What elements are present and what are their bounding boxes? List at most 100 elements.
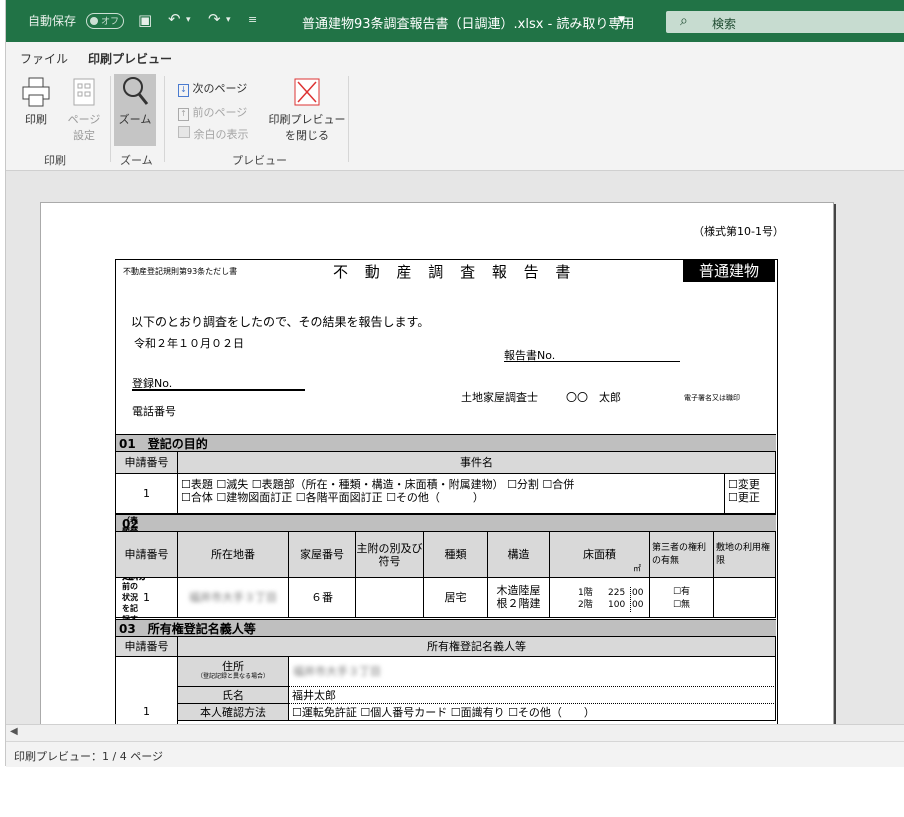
owner-address-label: 住所 xyxy=(222,660,244,673)
building-main-annex xyxy=(356,578,424,618)
col-structure: 構造 xyxy=(488,532,550,578)
section-purpose-title: 01 登記の目的 xyxy=(119,437,208,451)
third-party-yes: ☐有 xyxy=(672,587,691,597)
owner-address-note: （登記記録と異なる場合） xyxy=(196,673,269,680)
page-setup-label-2: 設定 xyxy=(73,129,95,142)
owner-name-label: 氏名 xyxy=(178,687,289,704)
owner-name-value: 福井太郎 xyxy=(289,687,776,704)
case-options-line-2: ☐合体 ☐建物図面訂正 ☐各階平面図訂正 ☐その他（ ） xyxy=(181,491,484,504)
col-application-no: 申請番号 xyxy=(116,452,178,474)
print-button[interactable]: 印刷 xyxy=(16,76,56,146)
structure-line-2: 根２階建 xyxy=(496,597,541,610)
status-bar: 印刷プレビュー：1 / 4 ページ xyxy=(6,741,904,767)
purpose-case-cell: ☐表題 ☐滅失 ☐表題部（所在・種類・構造・床面積・附属建物） ☐分割 ☐合併 … xyxy=(178,474,725,514)
excel-window: 自動保存 オフ ▣ ↶ ▾ ↷ ▾ ≡ 普通建物93条調査報告書（日調連）.xl… xyxy=(5,0,904,767)
magnifier-icon xyxy=(123,77,149,105)
page-status: 印刷プレビュー：1 / 4 ページ xyxy=(14,750,163,763)
title-bar: 自動保存 オフ ▣ ↶ ▾ ↷ ▾ ≡ 普通建物93条調査報告書（日調連）.xl… xyxy=(6,0,904,42)
building-kind: 居宅 xyxy=(424,578,488,618)
structure-line-1: 木造陸屋 xyxy=(496,584,541,597)
building-house-no: ６番 xyxy=(289,578,356,618)
phone-label: 電話番号 xyxy=(132,405,176,418)
col-kind: 種類 xyxy=(424,532,488,578)
case-options-line-1: ☐表題 ☐滅失 ☐表題部（所在・種類・構造・床面積・附属建物） ☐分割 ☐合併 xyxy=(181,478,575,491)
floor2-label: 2階 xyxy=(578,600,593,610)
search-box[interactable]: ⌕ 検索 xyxy=(666,11,904,33)
ribbon-separator xyxy=(164,76,165,162)
owner-address-value: 福井市大手３丁目 xyxy=(293,665,381,678)
section-owner-header: 03 所有権登記名義人等 xyxy=(116,619,776,637)
signature-note: 電子署名又は職印 xyxy=(684,394,740,402)
group-print-label: 印刷 xyxy=(44,154,66,167)
report-no-underline xyxy=(504,361,680,362)
building-location: 福井市大手３丁目 xyxy=(178,578,289,618)
search-placeholder: 検索 xyxy=(712,17,737,31)
autosave-toggle[interactable]: オフ xyxy=(86,13,124,29)
horizontal-scrollbar[interactable]: ◀ xyxy=(6,724,904,742)
show-margins-label: 余白の表示 xyxy=(193,128,249,141)
col-floor-area: 床面積 ㎡ xyxy=(550,532,650,578)
owner-address-value-cell: 福井市大手３丁目 xyxy=(289,657,776,687)
redo-icon[interactable]: ↷ xyxy=(208,10,221,28)
intro-text: 以下のとおり調査をしたので、その結果を報告します。 xyxy=(131,315,430,329)
floor2-decimal: 00 xyxy=(630,599,644,612)
building-row-no: 1 xyxy=(116,578,178,618)
col-location: 所在地番 xyxy=(178,532,289,578)
search-icon: ⌕ xyxy=(680,13,688,29)
arrow-up-icon: ↑ xyxy=(178,108,189,121)
undo-dropdown-icon[interactable]: ▾ xyxy=(186,15,191,25)
col-site-rights: 敷地の利用権限 xyxy=(714,532,776,578)
area-unit: ㎡ xyxy=(633,564,641,573)
tab-file[interactable]: ファイル xyxy=(20,50,68,67)
checkbox-icon xyxy=(178,126,190,138)
tab-print-preview[interactable]: 印刷プレビュー xyxy=(85,50,175,73)
next-page-button[interactable]: ↓ 次のページ xyxy=(178,80,247,97)
ribbon-separator xyxy=(110,76,111,162)
print-preview-area[interactable]: （様式第10-1号） 不動産登記規則第93条ただし書 不 動 産 調 査 報 告… xyxy=(6,171,904,724)
customize-toolbar-icon[interactable]: ≡ xyxy=(248,13,257,26)
floor2-area: 100 xyxy=(608,600,626,610)
ribbon-tabs: ファイル 印刷プレビュー xyxy=(6,42,904,73)
form-number: （様式第10-1号） xyxy=(693,225,784,238)
zoom-button[interactable]: ズーム xyxy=(114,74,156,146)
close-preview-button[interactable]: 印刷プレビュー を閉じる xyxy=(268,76,346,148)
undo-icon[interactable]: ↶ xyxy=(168,10,181,28)
owner-col-app-no: 申請番号 xyxy=(116,637,178,657)
ribbon: 印刷 ページ 設定 印刷 ズーム ズーム ↓ 次のページ ↑ 前のページ 余白の… xyxy=(6,70,904,171)
redo-dropdown-icon[interactable]: ▾ xyxy=(226,15,231,25)
purpose-change-cell: ☐変更 ☐更正 xyxy=(725,474,776,514)
page-setup-label-1: ページ xyxy=(67,113,101,126)
title-dropdown-icon[interactable]: ▼ xyxy=(618,15,625,25)
owner-id-method-label: 本人確認方法 xyxy=(178,704,289,721)
group-zoom-label: ズーム xyxy=(120,154,153,167)
autosave-state: オフ xyxy=(101,17,120,27)
building-type-badge: 普通建物 xyxy=(683,260,775,282)
next-page-label: 次のページ xyxy=(192,82,248,95)
report-title: 不 動 産 調 査 報 告 書 xyxy=(333,263,577,281)
report-date: 令和２年１０月０２日 xyxy=(134,337,244,350)
printer-icon xyxy=(22,77,50,107)
building-site-rights xyxy=(714,578,776,618)
col-main-annex: 主附の別及び符号 xyxy=(356,532,424,578)
owner-id-method-value: ☐運転免許証 ☐個人番号カード ☐面識有り ☐その他（ ） xyxy=(289,704,776,721)
building-structure: 木造陸屋 根２階建 xyxy=(488,578,550,618)
building-location-value: 福井市大手３丁目 xyxy=(189,591,277,604)
scroll-left-icon[interactable]: ◀ xyxy=(10,726,18,737)
owner-address-label-cell: 住所 （登記記録と異なる場合） xyxy=(178,657,289,687)
registration-no-underline xyxy=(132,389,305,391)
col-floor-area-label: 床面積 xyxy=(583,548,616,561)
prev-page-button[interactable]: ↑ 前のページ xyxy=(178,104,247,121)
page-setup-button[interactable]: ページ 設定 xyxy=(62,76,106,146)
close-preview-icon xyxy=(294,78,320,106)
save-icon[interactable]: ▣ xyxy=(138,11,152,29)
purpose-row-no: 1 xyxy=(116,474,178,514)
autosave-label: 自動保存 xyxy=(28,14,77,28)
show-margins-checkbox[interactable]: 余白の表示 xyxy=(178,126,249,142)
rule-reference: 不動産登記規則第93条ただし書 xyxy=(123,267,238,276)
surveyor-name: 〇〇 太郎 xyxy=(566,391,621,404)
building-third-party: ☐有 ☐無 xyxy=(650,578,714,618)
owner-row-no: 1 xyxy=(116,657,178,724)
third-party-no: ☐無 xyxy=(672,600,691,610)
section-owner-title: 03 所有権登記名義人等 xyxy=(119,622,256,636)
surveyor-label: 土地家屋調査士 xyxy=(461,391,538,404)
